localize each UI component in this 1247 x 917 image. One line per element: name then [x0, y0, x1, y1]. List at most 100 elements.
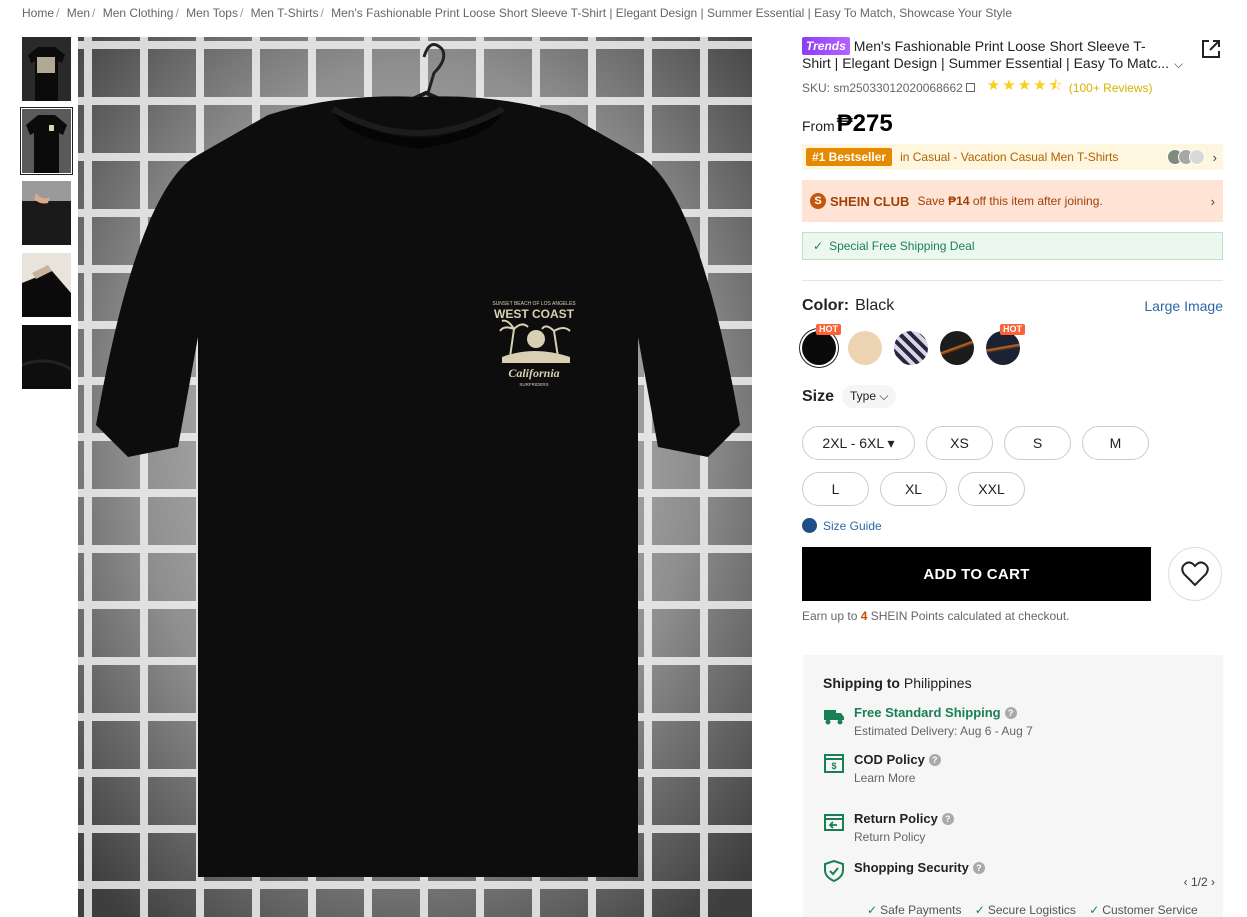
swatch-navy-orange[interactable]: HOT [986, 324, 1025, 365]
breadcrumb-men-tops[interactable]: Men Tops [186, 6, 238, 20]
breadcrumb-men[interactable]: Men [67, 6, 90, 20]
svg-text:$: $ [831, 761, 836, 771]
cart-row: ADD TO CART [802, 547, 1223, 601]
shopping-security-item: Shopping Security? [823, 860, 1203, 882]
breadcrumb: Home / Men / Men Clothing / Men Tops / Men T… [22, 6, 1013, 20]
product-title-text: Men's Fashionable Print Loose Short Slee… [802, 38, 1170, 71]
bestseller-banner[interactable]: #1 Bestseller in Casual - Vacation Casua… [802, 144, 1223, 170]
print-bottom-text: SURFRIDERS [519, 382, 548, 387]
return-policy-title[interactable]: Return Policy? [854, 811, 954, 826]
check-icon: ✓ [813, 239, 824, 253]
shipping-country[interactable]: Philippines [904, 675, 972, 691]
shein-club-banner[interactable]: S SHEIN CLUB Save ₱14 off this item afte… [802, 180, 1223, 222]
price: ₱275 [836, 110, 893, 137]
free-standard-shipping-item: Free Standard Shipping? Estimated Delive… [823, 705, 1203, 738]
thumbnail-5[interactable] [22, 325, 71, 389]
bestseller-avatars [1166, 149, 1205, 165]
trends-badge: Trends [802, 37, 850, 55]
expand-title-icon[interactable]: ⌵ [1174, 57, 1183, 72]
size-option-m[interactable]: M [1082, 426, 1149, 460]
thumbnail-4[interactable] [22, 253, 71, 317]
security-customer-service: Customer Service [1102, 903, 1198, 917]
color-label: Color: Black [802, 297, 895, 314]
security-list: ✓ Safe Payments ✓ Secure Logistics ✓ Custom… [867, 903, 1198, 917]
free-shipping-deal: ✓ Special Free Shipping Deal [802, 232, 1223, 260]
size-option-s[interactable]: S [1004, 426, 1071, 460]
thumbnail-3[interactable] [22, 181, 71, 245]
wishlist-button[interactable] [1168, 547, 1222, 601]
cod-policy-title[interactable]: COD Policy? [854, 752, 941, 767]
size-guide-link[interactable]: Size Guide [802, 518, 1223, 533]
ruler-icon [802, 518, 817, 533]
chevron-left-icon: ‹ [1183, 875, 1188, 889]
hot-badge: HOT [1000, 324, 1025, 335]
avatar [1188, 149, 1205, 165]
breadcrumb-home[interactable]: Home [22, 6, 54, 20]
help-icon: ? [972, 861, 985, 874]
sku-row: SKU: sm25033012020068662 ★★★★⯪ (100+ Rev… [802, 75, 1223, 100]
truck-icon [824, 710, 844, 725]
shipping-info-box: Shipping to Philippines Free Standard Sh… [803, 655, 1223, 917]
size-row: Size Type ⌵ [802, 385, 1223, 408]
size-guide-text: Size Guide [823, 518, 882, 533]
estimated-delivery: Estimated Delivery: Aug 6 - Aug 7 [854, 724, 1033, 738]
color-value: Black [855, 297, 895, 314]
shein-club-name: SHEIN CLUB [830, 193, 910, 209]
chevron-right-icon: › [1212, 149, 1217, 165]
color-row: Color: Black Large Image [802, 297, 1223, 315]
product-info: Trends Men's Fashionable Print Loose Shor… [802, 37, 1223, 623]
size-type-dropdown[interactable]: Type ⌵ [842, 385, 897, 408]
breadcrumb-current: Men's Fashionable Print Loose Short Slee… [331, 6, 1013, 20]
hot-badge: HOT [816, 324, 841, 335]
security-secure-logistics: Secure Logistics [987, 903, 1076, 917]
shield-icon [824, 860, 844, 882]
free-shipping-deal-text: Special Free Shipping Deal [829, 239, 975, 253]
security-safe-payments: Safe Payments [880, 903, 962, 917]
swatch-zebra[interactable] [894, 331, 928, 365]
size-option-xs[interactable]: XS [926, 426, 993, 460]
chevron-right-icon: › [1211, 875, 1215, 889]
reviews-link[interactable]: (100+ Reviews) [1069, 81, 1153, 95]
swatch-black-orange[interactable] [940, 331, 974, 365]
return-icon [824, 814, 844, 831]
return-policy-link[interactable]: Return Policy [854, 830, 954, 844]
size-options: 2XL - 6XL ▾ XS S M L XL XXL [802, 426, 1222, 518]
swatch-black[interactable]: HOT [802, 324, 841, 365]
size-option-xxl[interactable]: XXL [958, 472, 1025, 506]
breadcrumb-men-clothing[interactable]: Men Clothing [103, 6, 174, 20]
price-row: From ₱275 [802, 110, 1223, 138]
shipping-to: Shipping to Philippines [823, 675, 972, 691]
return-policy-item: Return Policy? Return Policy [823, 811, 1203, 844]
thumbnail-1[interactable] [22, 37, 71, 101]
chevron-right-icon: › [1210, 193, 1215, 209]
size-option-l[interactable]: L [802, 472, 869, 506]
shopping-security-title[interactable]: Shopping Security? [854, 860, 985, 875]
help-icon: ? [941, 812, 954, 825]
size-option-xl[interactable]: XL [880, 472, 947, 506]
price-prefix: From [802, 118, 835, 134]
cod-learn-more[interactable]: Learn More [854, 771, 941, 785]
size-label: Size [802, 387, 835, 405]
free-standard-shipping-title[interactable]: Free Standard Shipping? [854, 705, 1033, 720]
add-to-cart-button[interactable]: ADD TO CART [802, 547, 1151, 601]
breadcrumb-men-tshirts[interactable]: Men T-Shirts [251, 6, 319, 20]
security-pager[interactable]: ‹ 1/2 › [1184, 875, 1215, 889]
rating-stars[interactable]: ★★★★⯪ [987, 75, 1065, 100]
sku-text: SKU: sm25033012020068662 [802, 80, 963, 95]
cod-policy-item: $ COD Policy? Learn More [823, 752, 1203, 785]
shein-club-logo-icon: S [810, 193, 826, 209]
large-image-link[interactable]: Large Image [1144, 298, 1223, 314]
thumbnail-list [20, 37, 73, 397]
swatch-apricot[interactable] [848, 331, 882, 365]
print-script-text: California [508, 366, 559, 380]
main-product-image[interactable]: SUNSET BEACH OF LOS ANGELES WEST COAST C… [78, 37, 752, 917]
bestseller-tag: #1 Bestseller [806, 148, 893, 166]
size-option-2xl-6xl[interactable]: 2XL - 6XL ▾ [802, 426, 915, 460]
thumbnail-2[interactable] [20, 107, 73, 175]
product-title: Trends Men's Fashionable Print Loose Shor… [802, 37, 1172, 71]
copy-icon[interactable] [965, 83, 975, 92]
share-icon[interactable] [1200, 38, 1222, 60]
shein-club-text: Save ₱14 off this item after joining. [917, 194, 1103, 208]
print-main-text: WEST COAST [494, 307, 575, 321]
points-text: Earn up to 4 SHEIN Points calculated at … [802, 609, 1070, 623]
